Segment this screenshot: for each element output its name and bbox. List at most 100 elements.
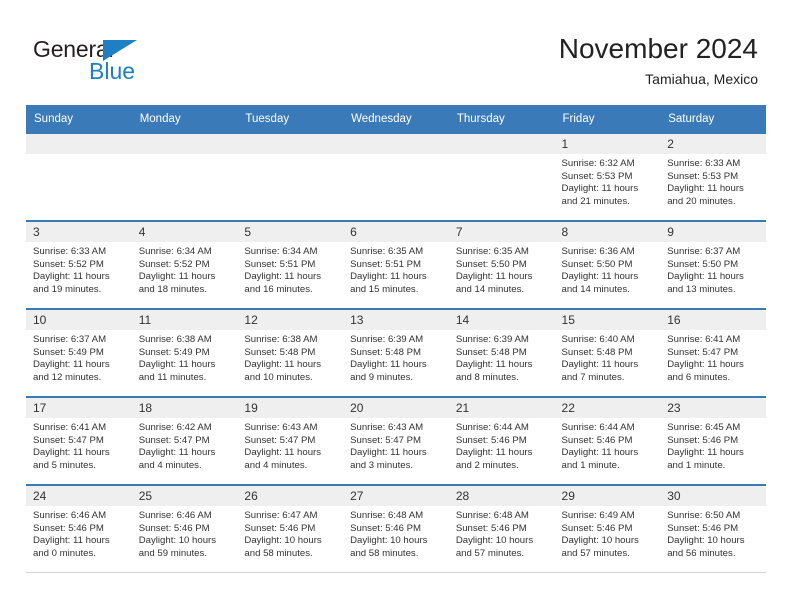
calendar-day-cell[interactable]: 16 Sunrise: 6:41 AM Sunset: 5:47 PM Dayligh… xyxy=(660,308,766,397)
sunrise-text: Sunrise: 6:39 AM xyxy=(350,334,424,345)
daylight-text: Daylight: 11 hours and 1 minute. xyxy=(561,447,639,471)
day-number: 17 xyxy=(26,398,132,418)
calendar-week-row: 24 Sunrise: 6:46 AM Sunset: 5:46 PM Dayligh… xyxy=(26,484,766,573)
day-details: Sunrise: 6:46 AM Sunset: 5:46 PM Daylight:… xyxy=(26,506,132,560)
sunset-text: Sunset: 5:46 PM xyxy=(33,522,104,534)
sunset-text: Sunset: 5:46 PM xyxy=(561,522,633,534)
daylight-text: Daylight: 11 hours and 18 minutes. xyxy=(138,271,216,295)
daylight-text: Daylight: 11 hours and 11 minutes. xyxy=(138,359,216,383)
day-details: Sunrise: 6:46 AM Sunset: 5:46 PM Daylight:… xyxy=(132,506,238,560)
sunrise-text: Sunrise: 6:34 AM xyxy=(244,246,318,257)
sunset-text: Sunset: 5:47 PM xyxy=(667,346,739,358)
day-number: 27 xyxy=(343,486,449,506)
calendar-day-cell[interactable]: 2 Sunrise: 6:33 AM Sunset: 5:53 PM Daylight… xyxy=(660,132,766,221)
calendar-day-cell[interactable]: 14 Sunrise: 6:39 AM Sunset: 5:48 PM Dayligh… xyxy=(448,308,555,397)
logo-text-blue: Blue xyxy=(89,58,136,84)
daylight-text: Daylight: 11 hours and 20 minutes. xyxy=(667,183,744,207)
calendar-day-cell[interactable]: 29 Sunrise: 6:49 AM Sunset: 5:46 PM Dayligh… xyxy=(554,484,661,573)
calendar-day-cell[interactable]: 20 Sunrise: 6:43 AM Sunset: 5:47 PM Dayligh… xyxy=(343,396,449,485)
calendar-day-cell[interactable]: 27 Sunrise: 6:48 AM Sunset: 5:46 PM Dayligh… xyxy=(343,484,449,573)
calendar-day-cell[interactable]: 17 Sunrise: 6:41 AM Sunset: 5:47 PM Dayligh… xyxy=(26,396,132,485)
day-details: Sunrise: 6:43 AM Sunset: 5:47 PM Daylight:… xyxy=(237,418,343,472)
calendar-day-cell[interactable]: 21 Sunrise: 6:44 AM Sunset: 5:46 PM Dayligh… xyxy=(448,396,555,485)
day-number: 21 xyxy=(448,398,555,418)
daylight-text: Daylight: 11 hours and 0 minutes. xyxy=(33,535,110,559)
day-number: 22 xyxy=(554,398,661,418)
calendar-day-cell[interactable]: 25 Sunrise: 6:46 AM Sunset: 5:46 PM Dayligh… xyxy=(131,484,238,573)
sunrise-text: Sunrise: 6:37 AM xyxy=(667,246,741,257)
sunrise-text: Sunrise: 6:37 AM xyxy=(33,334,107,345)
day-number: 4 xyxy=(131,222,238,242)
sunset-text: Sunset: 5:46 PM xyxy=(561,434,633,446)
page-header: General Blue November 2024 Tamiahua, Mex… xyxy=(0,0,792,100)
calendar-week-row: 1 Sunrise: 6:32 AM Sunset: 5:53 PM Daylight… xyxy=(26,132,766,221)
day-number: 11 xyxy=(131,310,238,330)
calendar-day-cell[interactable]: 10 Sunrise: 6:37 AM Sunset: 5:49 PM Dayligh… xyxy=(26,308,132,397)
sunrise-text: Sunrise: 6:45 AM xyxy=(667,422,741,433)
sunrise-text: Sunrise: 6:35 AM xyxy=(455,246,529,257)
calendar-day-cell[interactable]: 30 Sunrise: 6:50 AM Sunset: 5:46 PM Dayligh… xyxy=(660,484,766,573)
calendar-day-cell[interactable]: 7 Sunrise: 6:35 AM Sunset: 5:50 PM Daylight… xyxy=(448,220,555,309)
calendar-day-cell-empty xyxy=(131,132,238,221)
sunset-text: Sunset: 5:48 PM xyxy=(455,346,527,358)
calendar-day-cell[interactable]: 15 Sunrise: 6:40 AM Sunset: 5:48 PM Dayligh… xyxy=(554,308,661,397)
sunset-text: Sunset: 5:52 PM xyxy=(138,258,210,270)
general-blue-logo: General Blue xyxy=(33,36,233,92)
sunrise-text: Sunrise: 6:44 AM xyxy=(455,422,529,433)
sunset-text: Sunset: 5:46 PM xyxy=(138,522,210,534)
day-number: 3 xyxy=(26,222,132,242)
day-details: Sunrise: 6:41 AM Sunset: 5:47 PM Daylight:… xyxy=(26,418,132,472)
daylight-text: Daylight: 11 hours and 1 minute. xyxy=(667,447,744,471)
sunset-text: Sunset: 5:46 PM xyxy=(455,522,527,534)
day-details: Sunrise: 6:34 AM Sunset: 5:51 PM Daylight:… xyxy=(237,242,343,296)
calendar-day-cell[interactable]: 8 Sunrise: 6:36 AM Sunset: 5:50 PM Daylight… xyxy=(554,220,661,309)
day-number: 18 xyxy=(131,398,238,418)
daylight-text: Daylight: 10 hours and 57 minutes. xyxy=(455,535,534,559)
sunset-text: Sunset: 5:50 PM xyxy=(561,258,633,270)
sunset-text: Sunset: 5:50 PM xyxy=(455,258,527,270)
calendar-day-cell[interactable]: 9 Sunrise: 6:37 AM Sunset: 5:50 PM Daylight… xyxy=(660,220,766,309)
sunset-text: Sunset: 5:49 PM xyxy=(33,346,104,358)
day-details: Sunrise: 6:35 AM Sunset: 5:51 PM Daylight:… xyxy=(343,242,449,296)
daylight-text: Daylight: 11 hours and 21 minutes. xyxy=(561,183,639,207)
sunrise-text: Sunrise: 6:43 AM xyxy=(244,422,318,433)
calendar-day-cell[interactable]: 12 Sunrise: 6:38 AM Sunset: 5:48 PM Dayligh… xyxy=(237,308,344,397)
sunrise-text: Sunrise: 6:41 AM xyxy=(667,334,741,345)
day-number: 19 xyxy=(237,398,344,418)
calendar-day-cell[interactable]: 24 Sunrise: 6:46 AM Sunset: 5:46 PM Dayligh… xyxy=(26,484,132,573)
calendar-day-cell[interactable]: 1 Sunrise: 6:32 AM Sunset: 5:53 PM Daylight… xyxy=(554,132,661,221)
calendar-week-row: 10 Sunrise: 6:37 AM Sunset: 5:49 PM Dayligh… xyxy=(26,308,766,397)
calendar-day-cell[interactable]: 13 Sunrise: 6:39 AM Sunset: 5:48 PM Dayligh… xyxy=(343,308,449,397)
sunrise-text: Sunrise: 6:38 AM xyxy=(244,334,318,345)
sunset-text: Sunset: 5:48 PM xyxy=(350,346,422,358)
calendar-day-cell[interactable]: 26 Sunrise: 6:47 AM Sunset: 5:46 PM Dayligh… xyxy=(237,484,344,573)
calendar-day-cell[interactable]: 22 Sunrise: 6:44 AM Sunset: 5:46 PM Dayligh… xyxy=(554,396,661,485)
calendar-day-cell[interactable]: 6 Sunrise: 6:35 AM Sunset: 5:51 PM Daylight… xyxy=(343,220,449,309)
daylight-text: Daylight: 11 hours and 14 minutes. xyxy=(561,271,639,295)
weekday-header-wednesday: Wednesday xyxy=(343,105,449,133)
day-details: Sunrise: 6:33 AM Sunset: 5:52 PM Daylight:… xyxy=(26,242,132,296)
sunrise-text: Sunrise: 6:50 AM xyxy=(667,510,741,521)
daylight-text: Daylight: 11 hours and 19 minutes. xyxy=(33,271,110,295)
sunrise-text: Sunrise: 6:41 AM xyxy=(33,422,107,433)
day-details: Sunrise: 6:48 AM Sunset: 5:46 PM Daylight:… xyxy=(449,506,555,560)
day-number xyxy=(131,134,238,154)
day-details: Sunrise: 6:48 AM Sunset: 5:46 PM Daylight:… xyxy=(343,506,449,560)
calendar-day-cell[interactable]: 11 Sunrise: 6:38 AM Sunset: 5:49 PM Dayligh… xyxy=(131,308,238,397)
sunset-text: Sunset: 5:47 PM xyxy=(33,434,104,446)
calendar-day-cell[interactable]: 23 Sunrise: 6:45 AM Sunset: 5:46 PM Dayligh… xyxy=(660,396,766,485)
calendar-day-cell[interactable]: 3 Sunrise: 6:33 AM Sunset: 5:52 PM Daylight… xyxy=(26,220,132,309)
day-number: 30 xyxy=(660,486,766,506)
calendar-day-cell[interactable]: 5 Sunrise: 6:34 AM Sunset: 5:51 PM Daylight… xyxy=(237,220,344,309)
calendar-day-cell[interactable]: 4 Sunrise: 6:34 AM Sunset: 5:52 PM Daylight… xyxy=(131,220,238,309)
day-details: Sunrise: 6:45 AM Sunset: 5:46 PM Daylight:… xyxy=(660,418,766,472)
daylight-text: Daylight: 11 hours and 2 minutes. xyxy=(455,447,533,471)
calendar-day-cell[interactable]: 19 Sunrise: 6:43 AM Sunset: 5:47 PM Dayligh… xyxy=(237,396,344,485)
calendar-day-cell[interactable]: 18 Sunrise: 6:42 AM Sunset: 5:47 PM Dayligh… xyxy=(131,396,238,485)
calendar-header-row: Sunday Monday Tuesday Wednesday Thursday… xyxy=(26,105,766,133)
daylight-text: Daylight: 11 hours and 4 minutes. xyxy=(244,447,322,471)
calendar-day-cell[interactable]: 28 Sunrise: 6:48 AM Sunset: 5:46 PM Dayligh… xyxy=(448,484,555,573)
daylight-text: Daylight: 11 hours and 7 minutes. xyxy=(561,359,639,383)
day-details: Sunrise: 6:39 AM Sunset: 5:48 PM Daylight:… xyxy=(343,330,449,384)
daylight-text: Daylight: 11 hours and 16 minutes. xyxy=(244,271,322,295)
